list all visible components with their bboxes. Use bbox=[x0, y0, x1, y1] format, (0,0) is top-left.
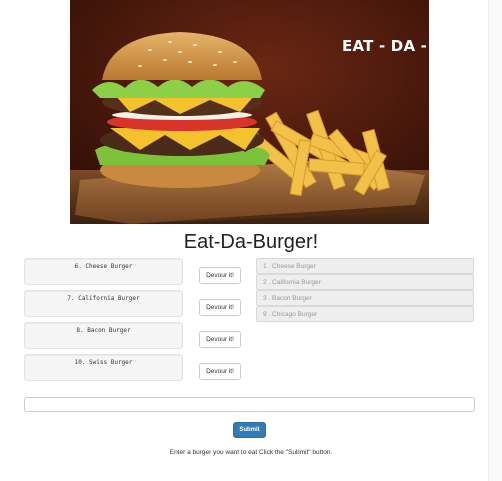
devour-button[interactable]: Devour it! bbox=[199, 363, 241, 380]
burger-name-input[interactable] bbox=[24, 397, 475, 412]
devoured-item: 1 . Cheese Burger bbox=[256, 258, 474, 274]
burger-item: 8. Bacon Burger bbox=[24, 322, 183, 349]
burger-illustration bbox=[70, 0, 429, 224]
devour-button[interactable]: Devour it! bbox=[199, 331, 241, 348]
devoured-item: 9 . Chicago Burger bbox=[256, 306, 474, 322]
devoured-item: 2 . California Burger bbox=[256, 274, 474, 290]
devour-button[interactable]: Devour it! bbox=[199, 267, 241, 284]
hero-burger-image: EAT - DA - BURGER bbox=[70, 0, 429, 224]
burger-item: 7. California Burger bbox=[24, 290, 183, 317]
burger-item: 10. Swiss Burger bbox=[24, 354, 183, 381]
hero-title: EAT - DA - BURGER bbox=[342, 37, 429, 55]
devoured-item: 3 . Bacon Burger bbox=[256, 290, 474, 306]
instructions-text: Enter a burger you want to eat Click the… bbox=[169, 449, 333, 456]
burger-item: 6. Cheese Burger bbox=[24, 258, 183, 285]
devour-button[interactable]: Devour it! bbox=[199, 299, 241, 316]
submit-button[interactable]: Submit bbox=[233, 422, 266, 438]
page-title: Eat-Da-Burger! bbox=[183, 231, 319, 253]
